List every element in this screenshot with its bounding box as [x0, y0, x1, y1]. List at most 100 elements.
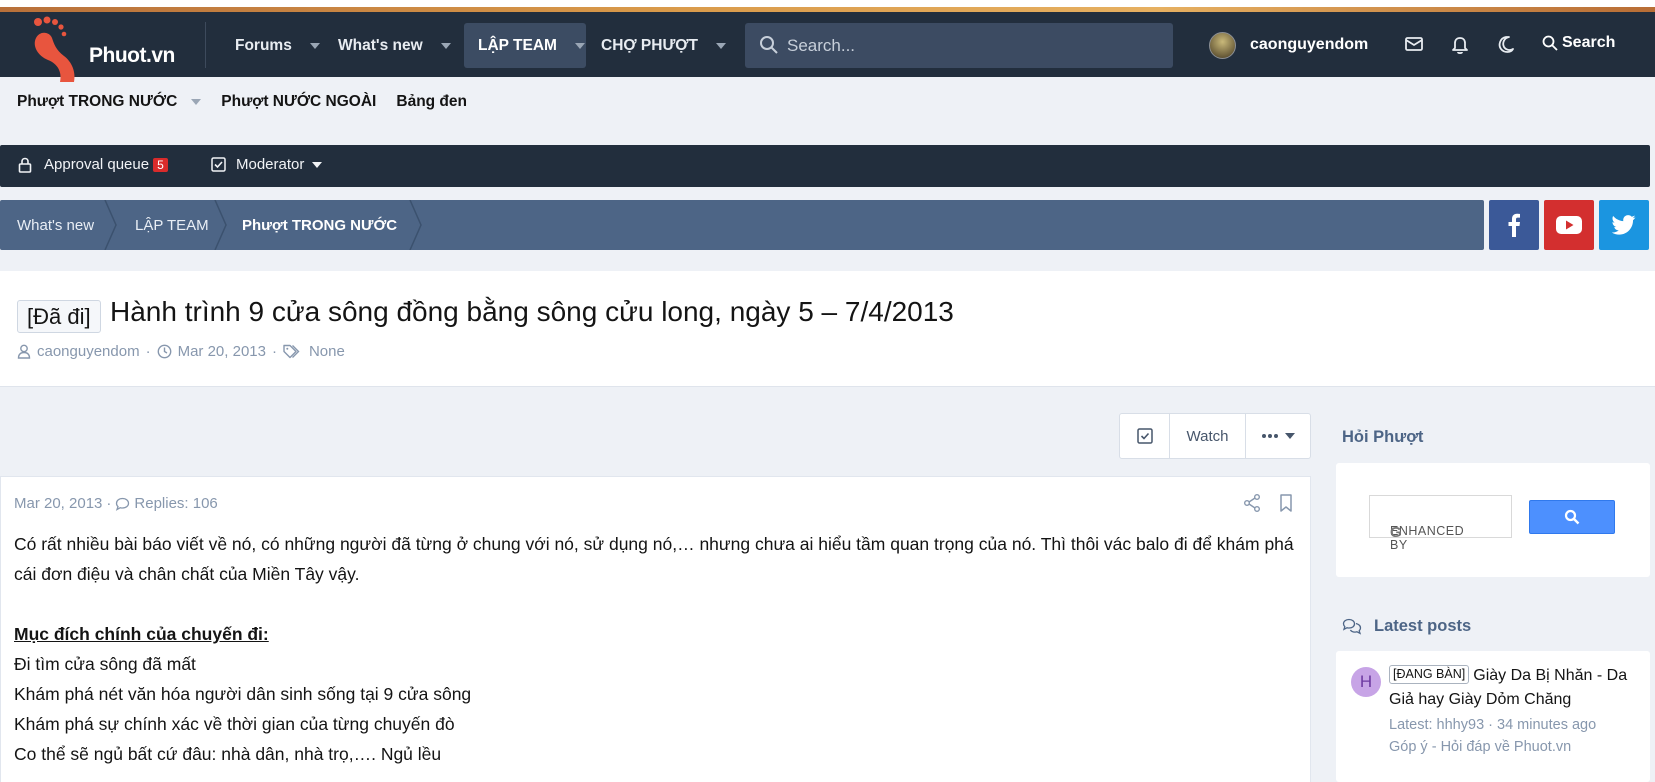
breadcrumb-separator — [214, 200, 227, 250]
bell-icon[interactable] — [1449, 33, 1471, 55]
subnav-bang-den[interactable]: Bảng đen — [396, 93, 467, 111]
latest-post-forum[interactable]: Góp ý - Hỏi đáp về Phuot.vn — [1389, 736, 1596, 758]
moderator-bar: Approval queue 5 Moderator — [0, 145, 1650, 187]
search-icon — [1564, 509, 1580, 525]
post-line: Đi tìm cửa sông đã mất — [14, 654, 196, 674]
watch-button[interactable]: Watch — [1170, 414, 1246, 458]
share-icon[interactable] — [1241, 492, 1263, 514]
avatar[interactable]: H — [1351, 667, 1381, 697]
facebook-icon — [1508, 213, 1520, 237]
post-line: Khám phá nét văn hóa người dân sinh sống… — [14, 684, 472, 704]
tags-icon — [283, 344, 300, 359]
subnav-bang-den-label: Bảng đen — [396, 93, 467, 110]
header-search-label: Search — [1562, 34, 1616, 51]
bookmark-icon[interactable] — [1275, 492, 1297, 514]
thread-tags[interactable]: None — [309, 343, 345, 360]
nav-cho-phuot-label: CHỢ PHƯỢT — [601, 36, 698, 54]
approval-queue-label: Approval queue — [44, 156, 150, 173]
moderator-label: Moderator — [236, 156, 305, 173]
select-thread-button[interactable] — [1120, 414, 1170, 458]
site-logo-icon[interactable] — [30, 16, 90, 86]
chevron-down-icon[interactable] — [191, 99, 202, 105]
thread-author[interactable]: caonguyendom — [37, 343, 140, 360]
approval-queue-link[interactable]: Approval queue 5 — [18, 156, 168, 173]
latest-posts-title: Latest posts — [1374, 617, 1472, 635]
moon-icon[interactable] — [1495, 33, 1517, 55]
meta-separator: · — [271, 343, 277, 360]
comment-icon — [116, 497, 130, 511]
post-body: Có rất nhiều bài báo viết về nó, có nhữn… — [14, 529, 1294, 769]
caret-down-icon — [312, 161, 323, 168]
google-search-input[interactable]: ENHANCED BY G — [1369, 495, 1512, 552]
top-stripe — [0, 0, 1655, 12]
clock-icon — [157, 344, 171, 359]
chevron-down-icon[interactable] — [716, 42, 726, 49]
latest-post-title[interactable]: [ĐANG BÀN] Giày Da Bị Nhăn - Da Giả hay G… — [1389, 664, 1639, 712]
nav-cho-phuot[interactable]: CHỢ PHƯỢT — [587, 23, 726, 68]
post-line: Co thể sẽ ngủ bất cứ đâu: nhà dân, nhà t… — [14, 744, 442, 764]
user-avatar[interactable] — [1209, 32, 1236, 59]
twitter-icon — [1612, 215, 1636, 235]
nav-lap-team-label: LẬP TEAM — [478, 36, 557, 54]
checkbox-icon — [1136, 428, 1153, 444]
chevron-down-icon[interactable] — [440, 42, 451, 49]
subnav-trong-nuoc[interactable]: Phượt TRONG NƯỚC — [17, 93, 202, 111]
latest-post-latest-line[interactable]: Latest: hhhy93 · 34 minutes ago — [1389, 714, 1596, 736]
header-search-button[interactable]: Search — [1542, 34, 1615, 52]
comments-icon — [1342, 618, 1362, 635]
header-search-box[interactable] — [745, 23, 1173, 68]
sub-navigation: Phượt TRONG NƯỚC Phượt NƯỚC NGOÀI Bảng đ… — [17, 91, 487, 113]
google-g-icon: G — [1390, 524, 1403, 541]
nav-forums-label: Forums — [235, 36, 292, 54]
nav-lap-team[interactable]: LẬP TEAM — [464, 23, 586, 68]
post-heading: Mục đích chính của chuyến đi: — [14, 624, 269, 644]
thread-action-buttons: Watch — [1119, 413, 1311, 459]
latest-posts-heading: Latest posts — [1342, 617, 1471, 636]
lock-icon — [18, 157, 32, 173]
mail-icon[interactable] — [1403, 33, 1425, 55]
post-meta: Mar 20, 2013 · Replies: 106 — [14, 495, 218, 512]
search-input[interactable] — [787, 23, 1157, 68]
subnav-nuoc-ngoai[interactable]: Phượt NƯỚC NGOÀI — [221, 93, 376, 111]
chevron-down-icon[interactable] — [309, 42, 320, 49]
breadcrumb-trong-nuoc[interactable]: Phượt TRONG NƯỚC — [242, 200, 397, 250]
youtube-icon — [1556, 216, 1582, 234]
approval-count-badge: 5 — [153, 158, 168, 172]
post-line: Khám phá sự chính xác về thời gian của t… — [14, 714, 455, 734]
more-options-button[interactable] — [1246, 414, 1310, 458]
checkbox-icon — [211, 157, 226, 172]
sidebar-hoi-phuot-heading: Hỏi Phượt — [1342, 428, 1424, 446]
user-name[interactable]: caonguyendom — [1250, 36, 1368, 54]
user-icon — [17, 344, 31, 359]
google-search-button[interactable] — [1529, 500, 1615, 534]
breadcrumb-separator — [409, 200, 422, 250]
latest-post-prefix[interactable]: [ĐANG BÀN] — [1389, 665, 1470, 684]
thread-meta: caonguyendom · Mar 20, 2013 · None — [17, 343, 345, 360]
header-divider — [205, 22, 206, 68]
twitter-button[interactable] — [1599, 200, 1649, 250]
search-icon — [760, 36, 778, 54]
ellipsis-icon — [1262, 434, 1278, 438]
thread-header — [0, 271, 1655, 387]
breadcrumb-whats-new[interactable]: What's new — [17, 200, 94, 250]
thread-date[interactable]: Mar 20, 2013 — [178, 343, 266, 360]
thread-title: Hành trình 9 cửa sông đồng bằng sông cửu… — [110, 296, 954, 327]
thread-prefix[interactable]: [Đã đi] — [17, 300, 101, 333]
nav-whats-new[interactable]: What's new — [324, 23, 451, 68]
latest-post-meta: Latest: hhhy93 · 34 minutes ago Góp ý - … — [1389, 714, 1596, 758]
breadcrumb-lap-team[interactable]: LẬP TEAM — [135, 200, 209, 250]
facebook-button[interactable] — [1489, 200, 1539, 250]
breadcrumb: What's new LẬP TEAM Phượt TRONG NƯỚC — [0, 200, 1484, 250]
caret-down-icon — [1285, 433, 1295, 439]
meta-separator: · — [106, 495, 112, 512]
subnav-nuoc-ngoai-label: Phượt NƯỚC NGOÀI — [221, 93, 377, 110]
breadcrumb-separator — [104, 200, 117, 250]
chevron-down-icon[interactable] — [574, 42, 585, 49]
moderator-menu[interactable]: Moderator — [211, 156, 323, 173]
nav-whats-new-label: What's new — [338, 36, 423, 54]
post-date[interactable]: Mar 20, 2013 — [14, 495, 102, 512]
youtube-button[interactable] — [1544, 200, 1594, 250]
subnav-trong-nuoc-label: Phượt TRONG NƯỚC — [17, 93, 178, 110]
site-logo-text[interactable]: Phuot.vn — [89, 44, 175, 68]
nav-forums[interactable]: Forums — [221, 23, 320, 68]
